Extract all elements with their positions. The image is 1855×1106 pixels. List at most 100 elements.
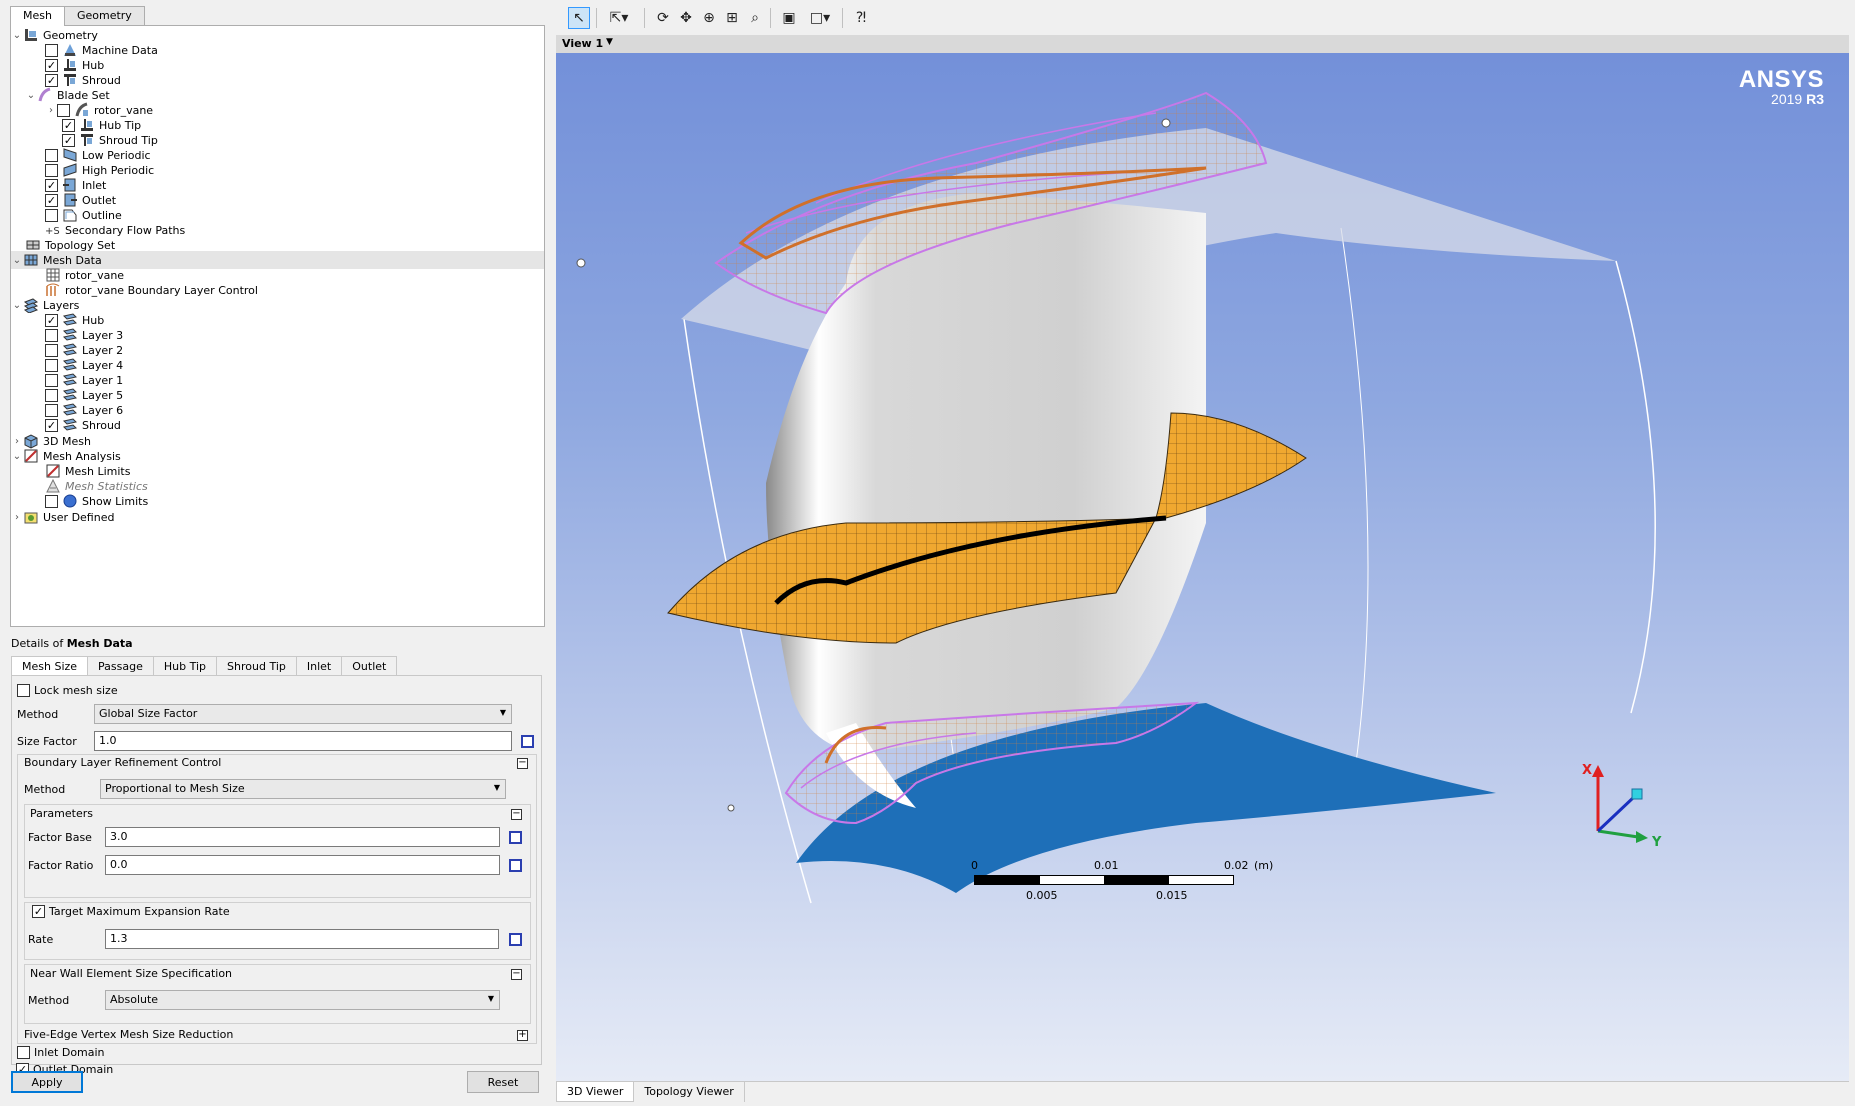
vertex-marker[interactable] bbox=[1161, 118, 1171, 128]
factor-base-label: Factor Base bbox=[28, 831, 92, 844]
checkbox-checked[interactable]: ✓ bbox=[45, 193, 58, 207]
tab-mesh[interactable]: Mesh bbox=[10, 6, 65, 26]
3d-viewport[interactable]: ANSYS 2019 R3 0 0.01 0.02 (m) 0.005 0.01… bbox=[556, 53, 1849, 1081]
checkbox[interactable] bbox=[45, 403, 58, 417]
tree-label: Low Periodic bbox=[82, 148, 151, 162]
lock-mesh-size-row[interactable]: Lock mesh size bbox=[17, 684, 118, 697]
size-factor-parameter-button[interactable] bbox=[521, 735, 534, 748]
help-cursor-icon[interactable]: ⁈ bbox=[850, 7, 872, 29]
expand-arrow-icon[interactable]: › bbox=[11, 508, 23, 526]
tab-passage[interactable]: Passage bbox=[87, 656, 154, 676]
rate-label: Rate bbox=[28, 933, 54, 946]
view-dropdown-icon[interactable]: ▼ bbox=[606, 37, 613, 47]
five-edge-expand-icon[interactable]: + bbox=[517, 1030, 528, 1041]
blrc-collapse-icon[interactable]: − bbox=[517, 758, 528, 769]
tab-hub-tip[interactable]: Hub Tip bbox=[152, 656, 218, 676]
tree-label: rotor_vane bbox=[94, 103, 154, 117]
collapse-arrow-icon[interactable]: ⌄ bbox=[11, 296, 23, 314]
apply-button[interactable]: Apply bbox=[11, 1071, 83, 1093]
show-limits-icon bbox=[62, 493, 78, 509]
tree-label: Secondary Flow Paths bbox=[65, 223, 186, 237]
expand-arrow-icon[interactable]: › bbox=[45, 101, 57, 119]
periodic-edge-line bbox=[1340, 227, 1369, 764]
checkbox-checked[interactable]: ✓ bbox=[62, 133, 75, 147]
target-max-exp-rate-checkbox[interactable]: ✓ bbox=[32, 905, 45, 918]
collapse-arrow-icon[interactable]: ⌄ bbox=[25, 86, 37, 104]
tab-3d-viewer[interactable]: 3D Viewer bbox=[556, 1082, 635, 1102]
checkbox[interactable] bbox=[45, 388, 58, 402]
fit-view-icon[interactable]: ▣ bbox=[778, 7, 800, 29]
lock-mesh-size-checkbox[interactable] bbox=[17, 684, 30, 697]
factor-ratio-parameter-button[interactable] bbox=[509, 859, 522, 872]
checkbox-checked[interactable]: ✓ bbox=[45, 178, 58, 192]
checkbox-checked[interactable]: ✓ bbox=[45, 418, 58, 432]
inlet-domain-row[interactable]: Inlet Domain bbox=[17, 1046, 105, 1059]
checkbox[interactable] bbox=[45, 343, 58, 357]
tree-label: Shroud bbox=[82, 418, 121, 432]
tree-label: 3D Mesh bbox=[43, 434, 91, 448]
collapse-arrow-icon[interactable]: ⌄ bbox=[11, 26, 23, 44]
vertex-marker[interactable] bbox=[727, 804, 735, 812]
pick-mode-icon[interactable]: ⇱▾ bbox=[604, 7, 634, 29]
zoom-box-icon[interactable]: ⊞ bbox=[721, 7, 743, 29]
display-style-icon[interactable]: □▾ bbox=[804, 7, 836, 29]
reset-button[interactable]: Reset bbox=[467, 1071, 539, 1093]
collapse-arrow-icon[interactable]: ⌄ bbox=[11, 251, 23, 269]
near-wall-method-label: Method bbox=[28, 994, 70, 1007]
checkbox[interactable] bbox=[45, 43, 58, 57]
view-name[interactable]: View 1 bbox=[562, 37, 603, 50]
checkbox[interactable] bbox=[45, 328, 58, 342]
factor-ratio-input[interactable]: 0.0 bbox=[105, 855, 500, 875]
checkbox[interactable] bbox=[45, 208, 58, 222]
method-select[interactable]: Global Size Factor ▼ bbox=[94, 704, 512, 724]
ansys-version-year: 2019 bbox=[1771, 91, 1803, 107]
parameters-collapse-icon[interactable]: − bbox=[511, 809, 522, 820]
checkbox[interactable] bbox=[45, 148, 58, 162]
tree-label: Layer 1 bbox=[82, 373, 124, 387]
tab-mesh-size[interactable]: Mesh Size bbox=[11, 656, 89, 676]
checkbox[interactable] bbox=[45, 163, 58, 177]
ansys-version-release: R3 bbox=[1806, 91, 1824, 107]
collapse-arrow-icon[interactable]: ⌄ bbox=[11, 447, 23, 465]
left-panel: Mesh Geometry ⌄ Geometry Machine Data ✓ … bbox=[0, 0, 550, 1106]
size-factor-input[interactable]: 1.0 bbox=[94, 731, 512, 751]
checkbox[interactable] bbox=[45, 358, 58, 372]
zoom-icon[interactable]: ⊕ bbox=[698, 7, 720, 29]
near-wall-method-select[interactable]: Absolute ▼ bbox=[105, 990, 500, 1010]
tree-label: Hub Tip bbox=[99, 118, 142, 132]
near-wall-method-value: Absolute bbox=[110, 993, 159, 1006]
checkbox-checked[interactable]: ✓ bbox=[45, 313, 58, 327]
near-wall-collapse-icon[interactable]: − bbox=[511, 969, 522, 980]
z-axis-cube bbox=[1631, 788, 1643, 800]
factor-base-input[interactable]: 3.0 bbox=[105, 827, 500, 847]
pan-icon[interactable]: ✥ bbox=[675, 7, 697, 29]
rate-input[interactable]: 1.3 bbox=[105, 929, 499, 949]
blrc-method-select[interactable]: Proportional to Mesh Size ▼ bbox=[100, 779, 506, 799]
blrc-title: Boundary Layer Refinement Control bbox=[24, 756, 222, 769]
dropdown-arrow-icon: ▼ bbox=[487, 994, 494, 1003]
checkbox-checked[interactable]: ✓ bbox=[45, 58, 58, 72]
tree-label: High Periodic bbox=[82, 163, 155, 177]
checkbox-checked[interactable]: ✓ bbox=[45, 73, 58, 87]
select-tool-icon[interactable]: ↖ bbox=[568, 7, 590, 29]
zoom-fit-icon[interactable]: ⌕ bbox=[744, 7, 766, 29]
tab-outlet[interactable]: Outlet bbox=[341, 656, 398, 676]
tab-geometry[interactable]: Geometry bbox=[63, 6, 145, 25]
layers-icon bbox=[23, 297, 39, 314]
vertex-marker[interactable] bbox=[576, 258, 586, 268]
tab-shroud-tip[interactable]: Shroud Tip bbox=[216, 656, 297, 676]
tab-inlet[interactable]: Inlet bbox=[295, 656, 343, 676]
tree-label: Mesh Statistics bbox=[65, 479, 148, 493]
tab-topology-viewer[interactable]: Topology Viewer bbox=[634, 1082, 745, 1102]
checkbox[interactable] bbox=[45, 373, 58, 387]
checkbox-checked[interactable]: ✓ bbox=[62, 118, 75, 132]
factor-base-parameter-button[interactable] bbox=[509, 831, 522, 844]
tree-item-user-defined[interactable]: › User Defined bbox=[11, 508, 544, 526]
checkbox[interactable] bbox=[57, 103, 70, 117]
rotate-icon[interactable]: ⟳ bbox=[652, 7, 674, 29]
checkbox[interactable] bbox=[45, 494, 58, 508]
rate-parameter-button[interactable] bbox=[509, 933, 522, 946]
tree-label: Mesh Limits bbox=[65, 464, 131, 478]
inlet-domain-checkbox[interactable] bbox=[17, 1046, 30, 1059]
target-max-exp-rate-row[interactable]: ✓ Target Maximum Expansion Rate bbox=[32, 905, 230, 918]
